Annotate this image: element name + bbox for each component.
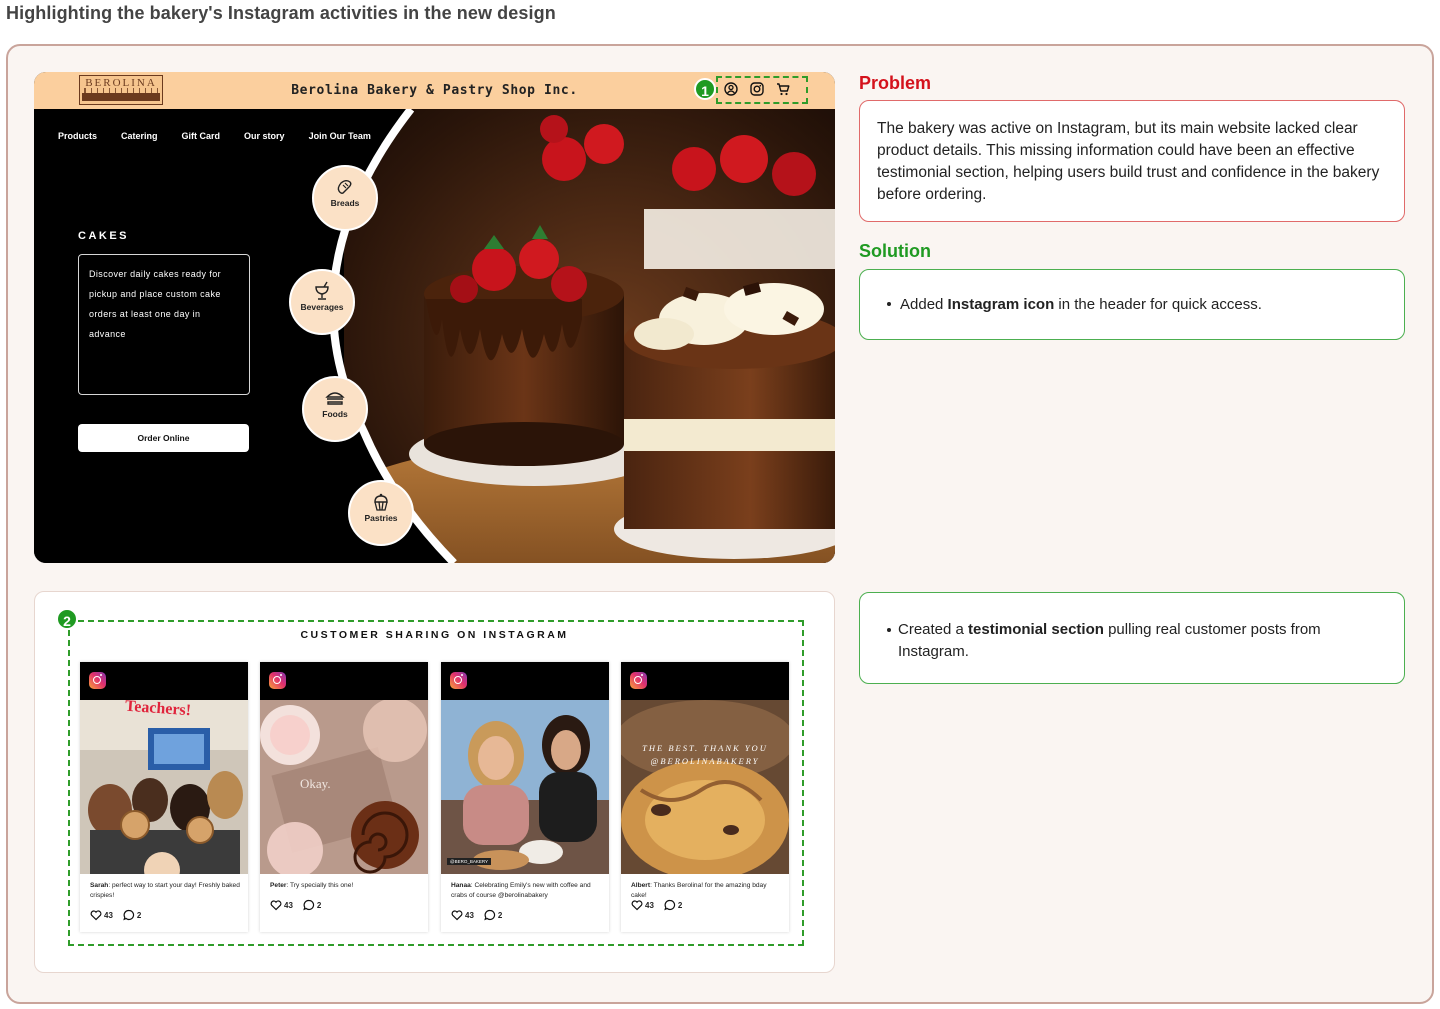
instagram-icon[interactable]	[750, 82, 764, 96]
annotation-badge-1: 1	[694, 78, 716, 100]
bread-icon	[337, 180, 352, 194]
hero-description: Discover daily cakes ready for pickup an…	[89, 269, 222, 339]
site-header: BEROLINA Berolina Bakery & Pastry Shop I…	[34, 72, 835, 109]
solution-panel-1: Added Instagram icon in the header for q…	[859, 269, 1405, 340]
problem-panel: The bakery was active on Instagram, but …	[859, 100, 1405, 222]
post-stats: 43 2	[90, 909, 141, 921]
comment-count: 2	[677, 900, 683, 910]
post-photo: Teachers!	[80, 700, 248, 874]
hero-description-box: Discover daily cakes ready for pickup an…	[78, 254, 250, 395]
post-caption: Sarah: perfect way to start your day! Fr…	[90, 882, 240, 899]
solution-item-1: Added Instagram icon in the header for q…	[885, 296, 1262, 313]
post-image-caption: Okay.	[300, 776, 331, 791]
nav-products[interactable]: Products	[58, 131, 97, 141]
post-photo: THE BEST. THANK YOU @BEROLINABAKERY	[621, 700, 789, 874]
comment-icon[interactable]	[123, 909, 135, 921]
category-foods[interactable]: Foods	[302, 376, 368, 442]
instagram-logo-icon	[450, 672, 467, 689]
heart-icon[interactable]	[90, 909, 102, 921]
comment-icon[interactable]	[664, 899, 676, 911]
user-icon[interactable]	[724, 82, 738, 96]
post-photo: @BERO_BAKERY	[441, 700, 609, 874]
nav-gift-card[interactable]: Gift Card	[182, 131, 221, 141]
like-count: 43	[645, 900, 654, 910]
category-pastries[interactable]: Pastries	[348, 480, 414, 546]
nav-join-our-team[interactable]: Join Our Team	[309, 131, 371, 141]
instagram-logo-icon	[89, 672, 106, 689]
like-count: 43	[284, 900, 293, 910]
like-count: 43	[465, 910, 474, 920]
post-image-caption: @BERO_BAKERY	[447, 858, 491, 865]
post-stats: 43 2	[270, 899, 321, 911]
order-online-button[interactable]: Order Online	[78, 424, 249, 452]
post-stats: 43 2	[451, 909, 502, 921]
hero-heading: CAKES	[78, 230, 130, 242]
comment-count: 2	[316, 900, 322, 910]
instagram-post[interactable]: Teachers! Sarah: perfect way to start yo…	[80, 662, 248, 932]
cupcake-icon	[374, 493, 388, 511]
beverage-icon	[315, 281, 329, 300]
heart-icon[interactable]	[270, 899, 282, 911]
heart-icon[interactable]	[451, 909, 463, 921]
instagram-section-title: CUSTOMER SHARING ON INSTAGRAM	[300, 629, 569, 641]
heart-icon[interactable]	[631, 899, 643, 911]
category-breads[interactable]: Breads	[312, 165, 378, 231]
site-nav: Products Catering Gift Card Our story Jo…	[58, 131, 395, 141]
solution-panel-2: Created a testimonial section pulling re…	[859, 592, 1405, 684]
nav-catering[interactable]: Catering	[121, 131, 158, 141]
instagram-post[interactable]: Okay. Peter: Try specially this one! 43 …	[260, 662, 428, 932]
comment-icon[interactable]	[484, 909, 496, 921]
comment-icon[interactable]	[303, 899, 315, 911]
website-hero-mockup: BEROLINA Berolina Bakery & Pastry Shop I…	[34, 72, 835, 563]
page-title: Highlighting the bakery's Instagram acti…	[6, 3, 556, 23]
solution-heading: Solution	[859, 241, 931, 261]
post-caption: Peter: Try specially this one!	[270, 882, 354, 889]
post-caption: Hanaa: Celebrating Emily's new with coff…	[451, 882, 591, 899]
problem-heading: Problem	[859, 73, 932, 93]
annotation-badge-2: 2	[56, 608, 78, 630]
post-caption: Albert: Thanks Berolina! for the amazing…	[631, 882, 767, 899]
solution-item-2: Created a testimonial section pulling re…	[885, 619, 1385, 663]
cart-icon[interactable]	[776, 82, 790, 96]
nav-our-story[interactable]: Our story	[244, 131, 285, 141]
instagram-logo-icon	[630, 672, 647, 689]
problem-text: The bakery was active on Instagram, but …	[877, 120, 1380, 203]
category-beverages[interactable]: Beverages	[289, 269, 355, 335]
comment-count: 2	[497, 910, 503, 920]
instagram-post[interactable]: THE BEST. THANK YOU @BEROLINABAKERY Albe…	[621, 662, 789, 932]
instagram-logo-icon	[269, 672, 286, 689]
post-stats: 43 2	[631, 899, 682, 911]
comment-count: 2	[136, 910, 142, 920]
sandwich-icon	[325, 392, 345, 405]
post-photo: Okay.	[260, 700, 428, 874]
like-count: 43	[104, 910, 113, 920]
instagram-post[interactable]: @BERO_BAKERY Hanaa: Celebrating Emily's …	[441, 662, 609, 932]
post-image-caption: THE BEST. THANK YOU @BEROLINABAKERY	[642, 743, 768, 766]
